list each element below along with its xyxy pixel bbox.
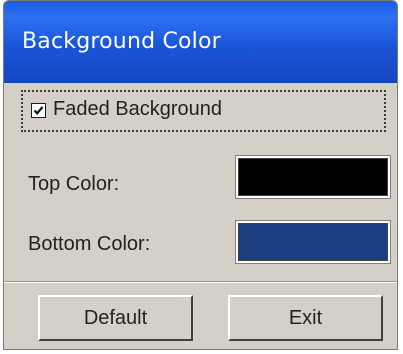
background-color-dialog: Background Color Faded Background Top Co…	[3, 0, 398, 350]
check-icon	[33, 106, 44, 115]
default-button[interactable]: Default	[38, 295, 193, 341]
window-title: Background Color	[22, 29, 221, 54]
top-color-label: Top Color:	[28, 173, 120, 195]
faded-background-option[interactable]: Faded Background	[21, 90, 386, 132]
faded-background-label: Faded Background	[53, 98, 223, 120]
bottom-color-swatch[interactable]	[235, 220, 391, 264]
faded-background-checkbox[interactable]	[31, 103, 46, 118]
top-color-fill	[238, 158, 388, 196]
title-bar[interactable]: Background Color	[4, 1, 397, 83]
bottom-color-label: Bottom Color:	[28, 233, 151, 255]
divider	[4, 281, 397, 283]
bottom-color-fill	[238, 223, 388, 261]
exit-button[interactable]: Exit	[228, 295, 383, 341]
top-color-swatch[interactable]	[235, 155, 391, 199]
